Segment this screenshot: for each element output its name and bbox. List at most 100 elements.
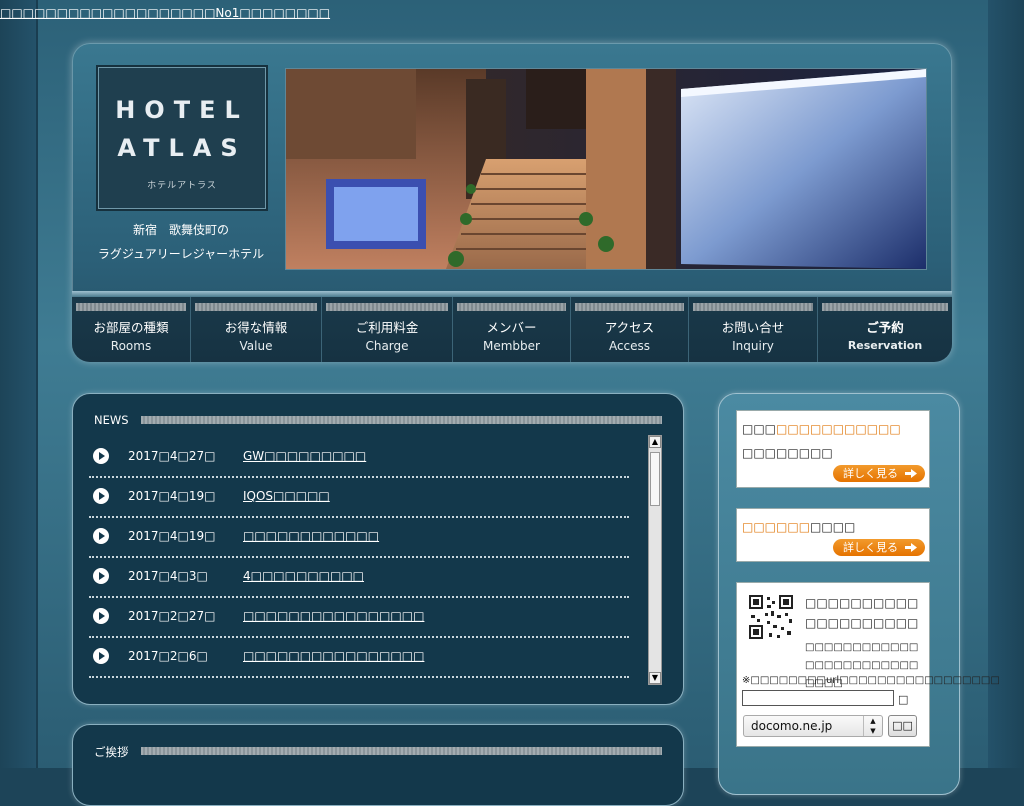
domain-select-value: docomo.ne.jp [751,719,833,733]
news-date: 2017□4□3□ [128,569,208,583]
play-arrow-icon [93,648,109,664]
nav-label-jp: お得な情報 [224,320,288,335]
nav-label-en: Access [608,339,651,353]
play-arrow-icon [93,608,109,624]
news-date: 2017□4□27□ [128,449,216,463]
sidebar-card-2: □□□□□□□□□□ 詳しく見る [736,508,930,562]
news-item: 2017□4□3□ 4□□□□□□□□□□ [89,558,629,598]
nav-bar-decoration [457,303,566,311]
nav-bar-decoration [822,303,948,311]
page-right-column [988,0,1024,768]
card1-heading-a: □□□ [742,422,777,436]
hotel-logo[interactable]: HOTEL ATLAS ホテルアトラス [98,67,266,209]
scroll-up-arrow-icon[interactable]: ▲ [649,436,661,448]
nav-label-en: Reservation [847,339,923,352]
news-date: 2017□2□6□ [128,649,208,663]
nav-label-jp: ご予約 [866,320,904,335]
news-date: 2017□4□19□ [128,489,216,503]
nav-item-reservation[interactable]: ご予約 Reservation [818,297,952,362]
logo-text-hotel: HOTEL [115,96,249,124]
arrow-right-icon [905,543,917,552]
nav-bar-decoration [326,303,448,311]
news-link[interactable]: IQOS□□□□□ [243,489,330,503]
news-link[interactable]: □□□□□□□□□□□□ [243,529,379,543]
greeting-panel: ご挨拶 [72,724,684,806]
news-link[interactable]: 4□□□□□□□□□□ [243,569,364,583]
more-details-button[interactable]: 詳しく見る [833,465,925,482]
mobile-site-title: □□□□□□□□□□□□□□□□□□□□ [805,596,919,630]
greeting-title: ご挨拶 [94,745,129,759]
news-date: 2017□2□27□ [128,609,216,623]
news-panel: NEWS 2017□4□27□ GW□□□□□□□□□ 2017□4□19□ I… [72,393,684,705]
nav-label-en: Membber [483,339,540,353]
domain-select[interactable]: docomo.ne.jp ▲ ▼ [743,715,883,737]
news-item: 2017□4□19□ □□□□□□□□□□□□ [89,518,629,558]
news-title-bar [141,416,662,424]
card2-heading: □□□□□□□□□□ [742,520,855,534]
news-item: 2017□4□27□ GW□□□□□□□□□ [89,438,629,478]
mobile-note-2: ※□□□□□□□□url□□□□□□□□□□□□□□□□□ [742,675,1000,686]
nav-label-jp: ご利用料金 [355,320,419,335]
sidebar-card-1: □□□□□□□□□□□□□□ □□□□□□□□ 詳しく見る [736,410,930,488]
nav-label-en: Charge [365,339,409,353]
news-title: NEWS [94,413,129,427]
card2-heading-b: □□□□ [810,520,856,534]
qr-code-icon [747,593,795,641]
news-item: 2017□4□19□ IQOS□□□□□ [89,478,629,518]
top-promo-link[interactable]: □□□□□□□□□□□□□□□□□□□No1□□□□□□□□ [0,6,330,20]
main-navigation: お部屋の種類 Rooms お得な情報 Value ご利用料金 Charge メン… [72,291,952,362]
arrow-right-icon [905,469,917,478]
news-link[interactable]: □□□□□□□□□□□□□□□□ [243,609,424,623]
nav-label-en: Value [239,339,273,353]
play-arrow-icon [93,528,109,544]
tagline-line-2: ラグジュアリーレジャーホテル [97,247,265,261]
play-arrow-icon [93,568,109,584]
nav-label-jp: メンバー [486,320,537,335]
more-details-label: 詳しく見る [843,467,898,480]
more-details-label: 詳しく見る [843,541,898,554]
nav-label-jp: アクセス [604,320,655,335]
nav-item-rooms[interactable]: お部屋の種類 Rooms [72,297,191,362]
hotel-entrance-photo [285,68,927,270]
nav-label-jp: お問い合せ [721,320,785,335]
nav-item-access[interactable]: アクセス Access [571,297,689,362]
sidebar: □□□□□□□□□□□□□□ □□□□□□□□ 詳しく見る □□□□□□□□□□… [718,393,1000,795]
scroll-down-arrow-icon[interactable]: ▼ [649,672,661,684]
play-arrow-icon [93,448,109,464]
news-item: 2017□2□27□ □□□□□□□□□□□□□□□□ [89,598,629,638]
page-left-column [0,0,36,768]
nav-item-charge[interactable]: ご利用料金 Charge [322,297,453,362]
nav-item-inquiry[interactable]: お問い合せ Inquiry [689,297,818,362]
news-date: 2017□4□19□ [128,529,216,543]
nav-label-jp: お部屋の種類 [93,320,169,335]
greeting-title-bar [141,747,662,755]
at-sign-label: □ [898,693,909,706]
logo-subtitle: ホテルアトラス [147,181,217,191]
nav-bar-decoration [195,303,317,311]
tagline-line-1: 新宿 歌舞伎町の [132,223,229,237]
nav-label-en: Inquiry [732,339,774,353]
card2-heading-a: □□□□□□ [742,520,811,534]
logo-text-atlas: ATLAS [117,134,247,162]
news-list[interactable]: 2017□4□27□ GW□□□□□□□□□ 2017□4□19□ IQOS□□… [89,438,631,678]
site-header: HOTEL ATLAS ホテルアトラス 新宿 歌舞伎町の ラグジュアリーレジャー… [72,43,952,362]
nav-item-member[interactable]: メンバー Membber [453,297,571,362]
email-address-input[interactable] [742,690,894,706]
news-link[interactable]: □□□□□□□□□□□□□□□□ [243,649,424,663]
nav-bar-decoration [76,303,186,311]
play-arrow-icon [93,488,109,504]
news-link[interactable]: GW□□□□□□□□□ [243,449,366,463]
nav-bar-decoration [575,303,684,311]
send-button[interactable]: □□ [888,715,917,737]
card1-heading-b: □□□□□□□□□□□ [776,422,901,436]
nav-bar-decoration [693,303,813,311]
select-arrows-icon: ▲ ▼ [863,716,882,736]
news-item: 2017□2□6□ □□□□□□□□□□□□□□□□ [89,638,629,678]
more-details-button[interactable]: 詳しく見る [833,539,925,556]
card1-body: □□□□□□□□ [742,446,833,460]
news-scrollbar[interactable]: ▲ ▼ [648,435,662,685]
nav-item-value[interactable]: お得な情報 Value [191,297,322,362]
nav-label-en: Rooms [110,339,152,353]
mobile-site-card: □□□□□□□□□□□□□□□□□□□□ □□□□□□□□□□□□□□□□□□□… [736,582,1000,747]
scrollbar-thumb[interactable] [650,452,660,506]
